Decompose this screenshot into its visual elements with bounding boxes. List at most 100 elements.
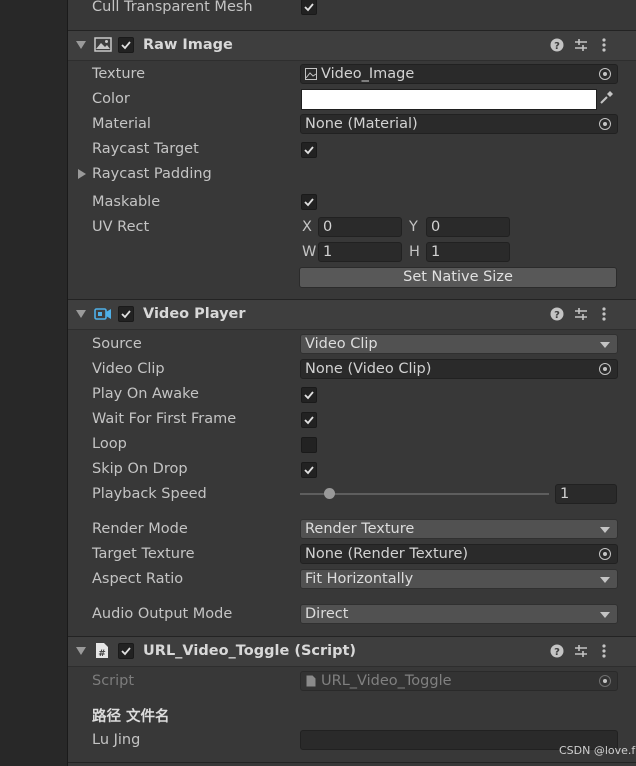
image-icon <box>94 37 112 52</box>
playback-speed-slider-thumb[interactable] <box>324 488 335 499</box>
object-picker-icon[interactable] <box>599 68 611 80</box>
aspect-ratio-value: Fit Horizontally <box>305 571 414 587</box>
uv-x-field[interactable]: 0 <box>318 217 402 237</box>
source-label: Source <box>92 336 142 352</box>
raw-image-enabled-checkbox[interactable] <box>118 37 134 53</box>
raycast-padding-label[interactable]: Raycast Padding <box>92 164 212 184</box>
maskable-label: Maskable <box>92 194 161 210</box>
texture-label: Texture <box>92 66 146 82</box>
playback-speed-slider-track[interactable] <box>300 493 549 495</box>
uv-w-label: W <box>302 244 317 260</box>
material-value: None (Material) <box>305 116 418 132</box>
color-swatch[interactable] <box>301 89 597 110</box>
left-panel <box>0 0 67 766</box>
source-value: Video Clip <box>305 336 378 352</box>
video-player-header[interactable]: Video Player ? <box>68 299 636 330</box>
raycast-target-checkbox[interactable] <box>301 142 317 158</box>
foldout-arrow-icon[interactable] <box>76 41 86 49</box>
aspect-ratio-dropdown[interactable]: Fit Horizontally <box>300 569 618 589</box>
help-icon[interactable]: ? <box>550 644 564 658</box>
material-label: Material <box>92 116 151 132</box>
video-clip-value: None (Video Clip) <box>305 361 432 377</box>
texture-value: Video_Image <box>321 66 415 82</box>
uv-h-label: H <box>409 244 420 260</box>
script-label: Script <box>92 673 135 689</box>
raw-image-title: Raw Image <box>143 37 233 53</box>
script-component-header[interactable]: # URL_Video_Toggle (Script) ? <box>68 636 636 667</box>
render-mode-dropdown[interactable]: Render Texture <box>300 519 618 539</box>
video-player-icon <box>94 308 111 320</box>
material-object-field[interactable]: None (Material) <box>300 114 618 134</box>
watermark: CSDN @love.f <box>559 744 636 757</box>
chevron-down-icon <box>600 612 610 618</box>
presets-icon[interactable] <box>574 307 588 321</box>
video-player-enabled-checkbox[interactable] <box>118 306 134 322</box>
script-value: URL_Video_Toggle <box>321 673 452 689</box>
more-options-icon[interactable] <box>601 307 607 321</box>
loop-checkbox[interactable] <box>301 437 317 453</box>
cull-transparent-mesh-checkbox[interactable] <box>301 0 317 15</box>
skip-on-drop-label: Skip On Drop <box>92 461 188 477</box>
svg-text:?: ? <box>554 310 560 321</box>
maskable-checkbox[interactable] <box>301 194 317 210</box>
uv-y-field[interactable]: 0 <box>426 217 510 237</box>
loop-label: Loop <box>92 436 127 452</box>
raycast-padding-foldout-icon[interactable] <box>78 169 86 179</box>
script-component-title: URL_Video_Toggle (Script) <box>143 643 357 659</box>
help-icon[interactable]: ? <box>550 38 564 52</box>
presets-icon[interactable] <box>574 644 588 658</box>
script-object-field: URL_Video_Toggle <box>300 671 618 691</box>
foldout-arrow-icon[interactable] <box>76 647 86 655</box>
video-player-title: Video Player <box>143 306 246 322</box>
target-texture-object-field[interactable]: None (Render Texture) <box>300 544 618 564</box>
lu-jing-label: Lu Jing <box>92 732 141 748</box>
more-options-icon[interactable] <box>601 38 607 52</box>
texture-object-field[interactable]: Video_Image <box>300 64 618 84</box>
playback-speed-label: Playback Speed <box>92 486 207 502</box>
inspector-panel: Cull Transparent Mesh Raw Image ? Textur… <box>68 0 636 766</box>
audio-output-value: Direct <box>305 606 349 622</box>
uv-h-field[interactable]: 1 <box>426 242 510 262</box>
chevron-down-icon <box>600 342 610 348</box>
raw-image-header[interactable]: Raw Image ? <box>68 30 636 61</box>
color-label: Color <box>92 91 130 107</box>
audio-output-label: Audio Output Mode <box>92 606 233 622</box>
video-clip-object-field[interactable]: None (Video Clip) <box>300 359 618 379</box>
component-divider <box>68 762 636 763</box>
presets-icon[interactable] <box>574 38 588 52</box>
uv-w-field[interactable]: 1 <box>318 242 402 262</box>
raycast-target-label: Raycast Target <box>92 141 199 157</box>
uv-rect-label: UV Rect <box>92 219 150 235</box>
texture-icon <box>305 68 317 80</box>
eyedropper-icon[interactable] <box>599 91 613 105</box>
wait-first-frame-checkbox[interactable] <box>301 412 317 428</box>
foldout-arrow-icon[interactable] <box>76 310 86 318</box>
wait-first-frame-label: Wait For First Frame <box>92 411 237 427</box>
aspect-ratio-label: Aspect Ratio <box>92 571 184 587</box>
cull-transparent-mesh-label: Cull Transparent Mesh <box>92 0 253 15</box>
set-native-size-button[interactable]: Set Native Size <box>299 267 617 288</box>
render-mode-label: Render Mode <box>92 521 188 537</box>
svg-text:#: # <box>98 649 106 659</box>
object-picker-icon[interactable] <box>599 118 611 130</box>
section-header: 路径 文件名 <box>92 709 170 725</box>
playback-speed-field[interactable]: 1 <box>555 484 617 504</box>
source-dropdown[interactable]: Video Clip <box>300 334 618 354</box>
uv-y-label: Y <box>409 219 418 235</box>
object-picker-icon[interactable] <box>599 548 611 560</box>
audio-output-dropdown[interactable]: Direct <box>300 604 618 624</box>
svg-text:?: ? <box>554 41 560 52</box>
script-file-icon <box>306 675 316 687</box>
chevron-down-icon <box>600 577 610 583</box>
uv-x-label: X <box>302 219 312 235</box>
skip-on-drop-checkbox[interactable] <box>301 462 317 478</box>
help-icon[interactable]: ? <box>550 307 564 321</box>
csharp-script-icon: # <box>96 643 108 659</box>
script-enabled-checkbox[interactable] <box>118 643 134 659</box>
target-texture-value: None (Render Texture) <box>305 546 469 562</box>
object-picker-icon[interactable] <box>599 363 611 375</box>
render-mode-value: Render Texture <box>305 521 415 537</box>
more-options-icon[interactable] <box>601 644 607 658</box>
video-clip-label: Video Clip <box>92 361 165 377</box>
play-on-awake-checkbox[interactable] <box>301 387 317 403</box>
